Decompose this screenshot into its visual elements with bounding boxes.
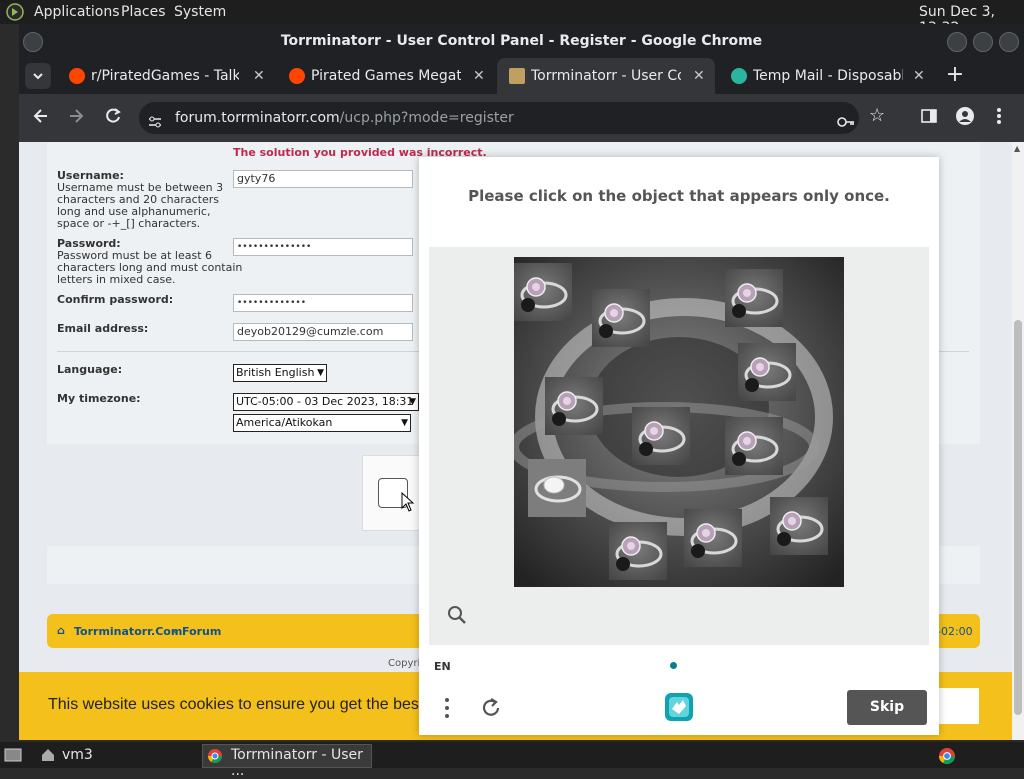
tray-chrome-icon[interactable]: [938, 747, 956, 769]
language-select[interactable]: British English ▼: [233, 364, 327, 382]
progress-dot: [670, 662, 677, 669]
site-favicon-icon: [509, 68, 525, 84]
password-key-icon[interactable]: [837, 110, 855, 142]
window-title: Torrminatorr - User Control Panel - Regi…: [280, 33, 763, 49]
site-info-icon[interactable]: [147, 110, 163, 142]
timezone-footer: -02:00: [937, 625, 973, 638]
temp-mail-icon: [731, 68, 747, 84]
menu-system[interactable]: System: [174, 4, 226, 20]
system-top-bar: Applications Places System Sun Dec 3, 13…: [0, 0, 1024, 36]
close-window-icon[interactable]: [999, 32, 1019, 52]
scrollbar-thumb[interactable]: [1014, 320, 1022, 715]
tab-label: r/PiratedGames - Talk abo: [91, 68, 239, 84]
reload-icon[interactable]: [103, 106, 123, 130]
captcha-language[interactable]: EN: [434, 660, 451, 673]
tab-search-button[interactable]: [25, 63, 51, 89]
bookmark-star-icon[interactable]: ☆: [869, 107, 885, 125]
mouse-cursor-icon: [401, 491, 415, 516]
tab-label: Temp Mail - Disposable T: [753, 68, 903, 84]
email-label: Email address:: [57, 322, 149, 335]
confirm-password-label: Confirm password:: [57, 293, 174, 306]
copyright-text: Copyri: [388, 658, 421, 669]
taskbar-window-label: Torrminatorr - User ...: [231, 747, 363, 779]
reddit-icon: [289, 68, 305, 84]
profile-avatar-icon[interactable]: [955, 106, 975, 130]
window-titlebar[interactable]: Torrminatorr - User Control Panel - Regi…: [19, 24, 1024, 58]
tab-torrminatorr[interactable]: Torrminatorr - User Contr ✕: [497, 58, 715, 94]
home-icon: ⌂: [57, 624, 65, 637]
url-domain: forum.torrminatorr.com: [175, 110, 340, 126]
forward-icon[interactable]: [66, 106, 86, 130]
chevron-down-icon: ▼: [401, 418, 408, 428]
tab-pirated-megathread[interactable]: Pirated Games Megathre ✕: [277, 58, 491, 94]
maximize-icon[interactable]: [973, 32, 993, 52]
email-input[interactable]: deyob20129@cumzle.com: [233, 323, 413, 341]
username-help: Username must be between 3 characters and…: [57, 181, 224, 230]
workspace-home-icon: [40, 747, 56, 767]
confirm-password-input[interactable]: •••••••••••••: [233, 294, 413, 312]
chrome-menu-icon[interactable]: [995, 106, 1003, 130]
more-options-icon[interactable]: [443, 696, 451, 724]
workspace-label[interactable]: vm3: [62, 747, 93, 763]
minimize-icon[interactable]: [947, 32, 967, 52]
page-scrollbar[interactable]: ▲: [1012, 142, 1024, 740]
hcaptcha-logo-icon[interactable]: [662, 690, 696, 728]
tab-label: Torrminatorr - User Contr: [531, 68, 681, 84]
cookie-accept-button[interactable]: [939, 688, 979, 724]
breadcrumb-home[interactable]: Torrminatorr.Com: [74, 625, 182, 638]
language-label: Language:: [57, 363, 123, 376]
close-icon[interactable]: ✕: [473, 58, 485, 94]
distro-logo-icon[interactable]: [6, 3, 24, 25]
chrome-icon: [207, 748, 223, 768]
back-icon[interactable]: [31, 106, 51, 130]
chevron-down-icon: ▼: [317, 368, 324, 378]
timezone-select[interactable]: UTC-05:00 - 03 Dec 2023, 18:31 ▼: [233, 393, 419, 411]
timezone-label: My timezone:: [57, 392, 141, 405]
window-menu-icon[interactable]: [23, 32, 43, 52]
captcha-challenge-dialog: Please click on the object that appears …: [419, 157, 939, 735]
bottom-taskbar: vm3 Torrminatorr - User ...: [0, 742, 1024, 779]
timezone-city-select[interactable]: America/Atikokan ▼: [233, 414, 411, 432]
chevron-down-icon: ▼: [409, 397, 416, 407]
reddit-icon: [69, 68, 85, 84]
breadcrumb-separator: ‹: [173, 625, 178, 638]
tab-label: Pirated Games Megathre: [311, 68, 461, 84]
tab-strip: r/PiratedGames - Talk abo ✕ Pirated Game…: [19, 58, 1024, 94]
menu-applications[interactable]: Applications: [34, 4, 120, 20]
taskbar-chrome-window[interactable]: Torrminatorr - User ...: [202, 744, 372, 779]
skip-button[interactable]: Skip: [847, 690, 927, 725]
show-desktop-icon[interactable]: [4, 747, 22, 767]
url-path: /ucp.php?mode=register: [339, 110, 514, 126]
cookie-text: This website uses cookies to ensure you …: [48, 696, 419, 713]
close-icon[interactable]: ✕: [253, 58, 265, 94]
password-help: Password must be at least 6 characters lo…: [57, 249, 243, 286]
captcha-prompt: Please click on the object that appears …: [468, 187, 890, 205]
breadcrumb-forum[interactable]: Forum: [182, 625, 221, 638]
new-tab-button[interactable]: +: [941, 62, 969, 90]
scroll-up-icon[interactable]: ▲: [1014, 144, 1020, 153]
zoom-icon[interactable]: [447, 605, 467, 629]
browser-toolbar: forum.torrminatorr.com/ucp.php?mode=regi…: [19, 94, 1024, 142]
refresh-icon[interactable]: [479, 696, 503, 724]
close-icon[interactable]: ✕: [913, 58, 925, 94]
menu-places[interactable]: Places: [121, 4, 166, 20]
close-icon[interactable]: ✕: [693, 58, 705, 94]
username-input[interactable]: gyty76: [233, 170, 413, 188]
captcha-image-panel: [429, 247, 929, 645]
tab-reddit-piratedgames[interactable]: r/PiratedGames - Talk abo ✕: [57, 58, 271, 94]
captcha-challenge-image[interactable]: [509, 257, 844, 587]
address-bar[interactable]: forum.torrminatorr.com/ucp.php?mode=regi…: [139, 102, 859, 134]
password-input[interactable]: ••••••••••••••: [233, 238, 413, 256]
side-panel-icon[interactable]: [921, 108, 937, 128]
tab-temp-mail[interactable]: Temp Mail - Disposable T ✕: [719, 58, 935, 94]
